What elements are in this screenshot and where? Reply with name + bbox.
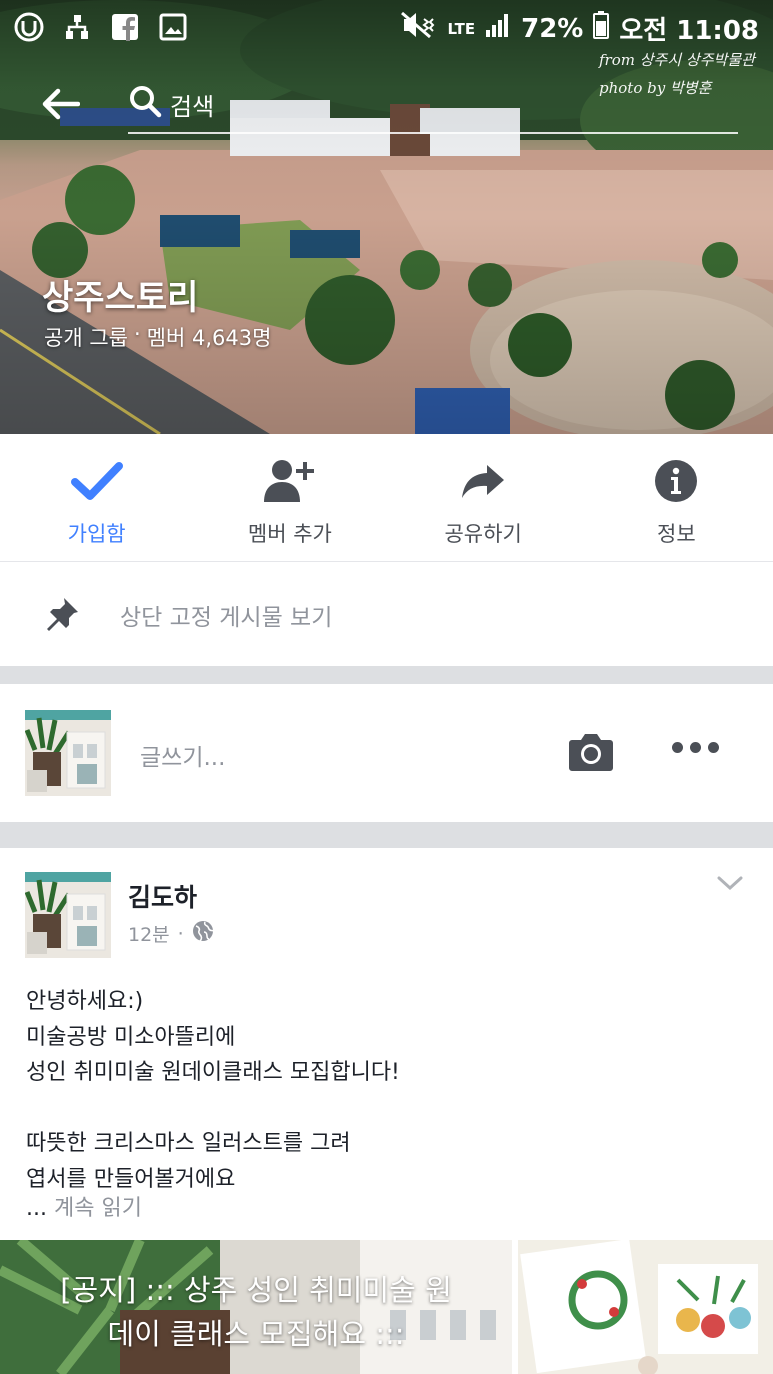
battery-icon	[593, 11, 610, 46]
camera-button[interactable]	[568, 732, 614, 776]
post-line: 성인 취미미술 원데이클래스 모집합니다!	[26, 1060, 400, 1085]
facebook-icon	[110, 12, 140, 42]
chevron-down-icon	[716, 876, 744, 896]
add-member-button[interactable]: 멤버 추가	[193, 434, 386, 561]
search-label: 검색	[170, 92, 215, 121]
network-share-icon	[62, 12, 92, 42]
meta-separator: ·	[133, 322, 141, 346]
more-options-button[interactable]	[672, 742, 719, 753]
pinned-posts-row[interactable]: 상단 고정 게시물 보기	[0, 562, 773, 666]
add-member-icon	[263, 458, 316, 504]
pinned-posts-label: 상단 고정 게시물 보기	[120, 605, 333, 631]
more-dot	[708, 742, 719, 753]
post-line: 안녕하세요:)	[26, 989, 144, 1014]
info-label: 정보	[657, 522, 696, 546]
section-divider	[0, 822, 773, 848]
feed-post: 김도하 12분 · 안녕하세요:) 미술공방 미소아뜰리에 성인 취미미술 원데…	[0, 848, 773, 1374]
joined-label: 가입함	[67, 522, 126, 546]
search-icon	[128, 84, 162, 124]
battery-percent: 72%	[521, 13, 584, 44]
mute-vibrate-icon	[400, 11, 438, 46]
user-avatar[interactable]	[25, 710, 111, 796]
group-privacy: 공개 그룹	[44, 326, 128, 350]
app-notification-icon	[14, 12, 44, 42]
gallery-icon	[158, 12, 188, 42]
post-options-button[interactable]	[716, 874, 744, 896]
post-timestamp[interactable]: 12분	[128, 920, 170, 947]
group-name: 상주스토리	[42, 278, 199, 318]
group-meta: 공개 그룹 · 멤버 4,643명	[44, 322, 271, 352]
info-icon	[654, 458, 698, 504]
post-author-name[interactable]: 김도하	[128, 878, 197, 914]
ellipsis: ...	[26, 1196, 47, 1221]
info-button[interactable]: 정보	[580, 434, 773, 561]
back-button[interactable]	[38, 84, 82, 128]
post-line: 따뜻한 크리스마스 일러스트를 그려	[26, 1131, 351, 1156]
credit-line-1: from 상주시 상주박물관	[599, 51, 755, 69]
joined-button[interactable]: 가입함	[0, 434, 193, 561]
clock: 오전 11:08	[619, 16, 759, 46]
post-text: 안녕하세요:) 미술공방 미소아뜰리에 성인 취미미술 원데이클래스 모집합니다…	[26, 984, 746, 1197]
meta-dot: ·	[177, 922, 184, 945]
post-photo-main[interactable]: [공지] ::: 상주 성인 취미미술 원 데이 클래스 모집해요 :::	[0, 1240, 512, 1374]
photo-caption-line-2: 데이 클래스 모집해요 :::	[107, 1317, 405, 1351]
photo-caption-line-1: [공지] ::: 상주 성인 취미미술 원	[60, 1273, 452, 1307]
read-more-link[interactable]: 계속 읽기	[54, 1196, 142, 1221]
read-more-row: ... 계속 읽기	[26, 1190, 142, 1222]
camera-icon	[568, 734, 614, 776]
add-member-label: 멤버 추가	[247, 522, 332, 546]
post-meta: 12분 ·	[128, 920, 214, 947]
group-cover-photo[interactable]: LTE 72% 오전 11:08 from 상주시 상주박물관 photo by…	[0, 0, 773, 434]
share-icon	[461, 458, 505, 504]
photo-caption: [공지] ::: 상주 성인 취미미술 원 데이 클래스 모집해요 :::	[0, 1240, 512, 1356]
more-dot	[672, 742, 683, 753]
search-button[interactable]: 검색	[128, 84, 214, 124]
section-divider	[0, 666, 773, 684]
pin-icon	[44, 596, 80, 636]
search-underline	[128, 132, 738, 134]
globe-icon	[192, 920, 214, 947]
post-line: 미술공방 미소아뜰리에	[26, 1024, 236, 1050]
group-member-count[interactable]: 멤버 4,643명	[147, 322, 272, 352]
share-button[interactable]: 공유하기	[387, 434, 580, 561]
post-line	[26, 1091, 746, 1127]
group-action-bar: 가입함 멤버 추가 공유하기 정보	[0, 434, 773, 562]
signal-strength-icon	[485, 12, 511, 45]
back-arrow-icon	[40, 87, 81, 125]
composer-input[interactable]: 글쓰기...	[140, 738, 225, 772]
network-type: LTE	[447, 19, 476, 38]
check-icon	[70, 458, 124, 504]
top-navigation: 검색	[0, 80, 773, 136]
post-composer: 글쓰기...	[0, 684, 773, 822]
author-avatar[interactable]	[25, 872, 111, 958]
more-dot	[690, 742, 701, 753]
share-label: 공유하기	[444, 522, 522, 546]
post-photo-side[interactable]	[518, 1240, 773, 1374]
